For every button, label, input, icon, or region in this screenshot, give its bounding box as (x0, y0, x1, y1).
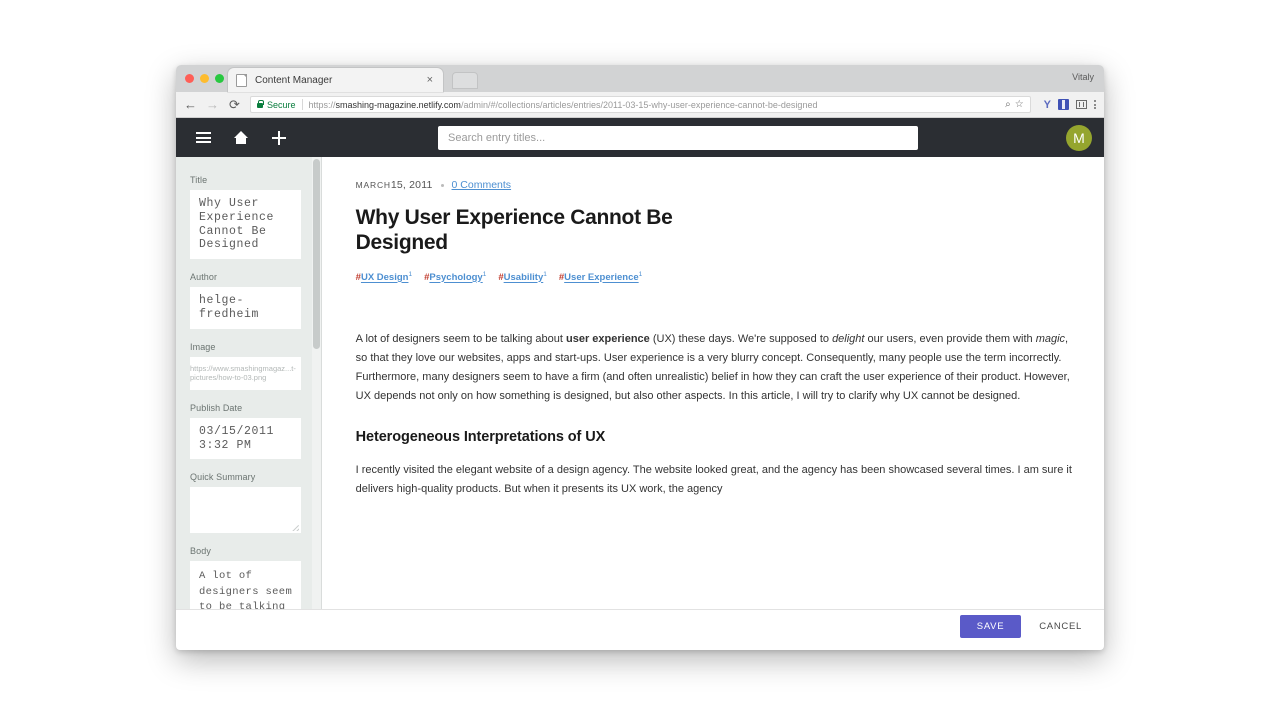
url-input[interactable]: Secure https://smashing-magazine.netlify… (250, 96, 1031, 113)
browser-profile-name[interactable]: Vitaly (1072, 72, 1094, 82)
form-scrollbar[interactable] (312, 157, 322, 609)
page-favicon-icon (236, 73, 247, 87)
editor-workspace: Title Why User Experience Cannot Be Desi… (176, 157, 1104, 609)
browser-menu-icon[interactable] (1094, 100, 1096, 109)
publish-date-input[interactable]: 03/15/2011 3:32 PM (190, 417, 302, 460)
home-button[interactable] (228, 125, 254, 151)
hamburger-icon (195, 132, 211, 143)
yandex-extension-icon[interactable]: Y (1044, 99, 1051, 111)
quick-summary-input[interactable] (190, 487, 302, 534)
field-title: Title Why User Experience Cannot Be Desi… (190, 175, 302, 260)
title-input[interactable]: Why User Experience Cannot Be Designed (190, 190, 302, 260)
page-search-icon[interactable]: ⌕ (1005, 99, 1011, 110)
entry-preview-pane: MARCH15, 2011 0 Comments Why User Experi… (321, 157, 1104, 609)
body-markdown-input[interactable]: A lot of designers seem to be talking ab… (190, 561, 302, 609)
browser-tab-title: Content Manager (255, 74, 333, 86)
avatar[interactable]: M (1066, 124, 1092, 151)
url-separator (301, 99, 303, 110)
preview-meta: MARCH15, 2011 0 Comments (356, 179, 1076, 191)
close-window-button[interactable] (185, 74, 194, 83)
field-label-body: Body (190, 546, 211, 557)
image-url-text: https://www.smashingmagaz...t-pictures/h… (190, 364, 296, 383)
preview-italic-delight: delight (832, 332, 865, 345)
image-input[interactable]: https://www.smashingmagaz...t-pictures/h… (190, 356, 302, 390)
menu-button[interactable] (190, 125, 216, 151)
preview-paragraph-2: I recently visited the elegant website o… (355, 463, 1072, 495)
close-tab-icon[interactable]: × (425, 74, 435, 86)
cancel-button[interactable]: CANCEL (1035, 615, 1086, 638)
field-body: Body A lot of designers seem to be talki… (190, 546, 302, 609)
tag-item[interactable]: #Usability1 (498, 271, 547, 283)
browser-tab-strip: Content Manager × Vitaly (176, 65, 1104, 92)
url-path: /admin/#/collections/articles/entries/20… (460, 99, 818, 110)
preview-paragraph-1: A lot of designers seem to be talking ab… (355, 332, 1070, 403)
field-label-quick-summary: Quick Summary (190, 472, 256, 483)
forward-icon: → (206, 97, 219, 112)
field-author: Author helge-fredheim (190, 272, 302, 329)
cms-toolbar: M (176, 118, 1104, 157)
url-domain: smashing-magazine.netlify.com (335, 99, 461, 110)
field-label-image: Image (190, 341, 216, 352)
reload-icon[interactable]: ⟳ (228, 98, 241, 111)
entry-form-pane: Title Why User Experience Cannot Be Desi… (176, 157, 322, 609)
meta-separator-icon (440, 183, 444, 187)
preview-italic-magic: magic (1035, 332, 1066, 345)
maximize-window-button[interactable] (215, 74, 224, 83)
browser-tab[interactable]: Content Manager × (228, 68, 443, 92)
layout-extension-icon[interactable] (1076, 100, 1087, 109)
comments-link[interactable]: 0 Comments (452, 179, 512, 191)
preview-date: MARCH15, 2011 (356, 179, 433, 191)
browser-extensions: Y (1040, 99, 1096, 111)
preview-scrollbar[interactable] (1096, 157, 1104, 609)
preview-date-month: MARCH (355, 180, 391, 190)
back-icon[interactable]: ← (184, 98, 197, 111)
home-icon (233, 131, 249, 144)
field-label-title: Title (190, 175, 208, 185)
bookmark-star-icon[interactable]: ☆ (1015, 99, 1024, 110)
tag-item[interactable]: #Psychology1 (424, 271, 486, 283)
plus-icon (272, 130, 286, 145)
preview-tags: #UX Design1 #Psychology1 #Usability1 #Us… (356, 271, 1076, 283)
form-scrollbar-thumb[interactable] (313, 159, 321, 349)
field-label-author: Author (190, 272, 218, 283)
field-publish-date: Publish Date 03/15/2011 3:32 PM (190, 402, 302, 460)
preview-bold-term: user experience (566, 332, 650, 345)
minimize-window-button[interactable] (200, 74, 209, 83)
new-entry-button[interactable] (266, 125, 292, 151)
field-image: Image https://www.smashingmagaz...t-pict… (190, 341, 302, 390)
preview-title: Why User Experience Cannot Be Designed (355, 206, 673, 255)
author-input[interactable]: helge-fredheim (190, 287, 302, 329)
resize-handle-icon[interactable] (292, 524, 299, 531)
window-controls (185, 74, 224, 83)
preview-heading-2: Heterogeneous Interpretations of UX (355, 428, 606, 445)
lock-icon (257, 99, 264, 108)
browser-window: Content Manager × Vitaly ← → ⟳ Secure ht… (176, 65, 1104, 650)
search-field-wrapper (438, 125, 918, 150)
browser-address-bar: ← → ⟳ Secure https://smashing-magazine.n… (176, 92, 1104, 118)
bookmark-extension-icon[interactable] (1058, 99, 1069, 110)
url-text: https://smashing-magazine.netlify.com/ad… (308, 99, 818, 110)
search-input[interactable] (438, 125, 918, 150)
new-tab-button[interactable] (452, 72, 478, 89)
secure-label: Secure (267, 99, 296, 110)
save-button[interactable]: SAVE (959, 614, 1022, 638)
field-label-publish-date: Publish Date (190, 402, 243, 413)
tag-item[interactable]: #User Experience1 (559, 271, 642, 283)
field-quick-summary: Quick Summary (190, 472, 302, 534)
tag-item[interactable]: #UX Design1 (356, 271, 412, 283)
preview-date-rest: 15, 2011 (390, 179, 433, 191)
editor-action-bar: SAVE CANCEL (176, 609, 1104, 642)
